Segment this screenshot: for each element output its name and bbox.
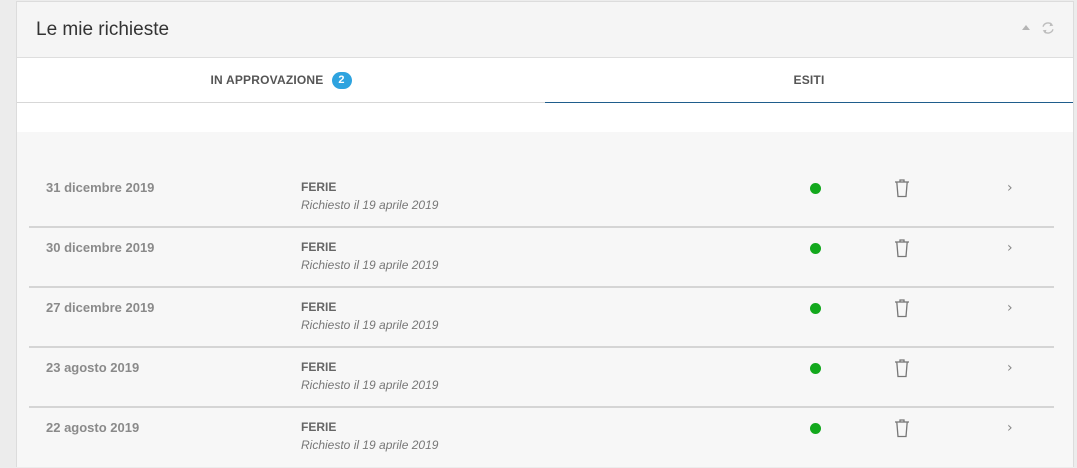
tab-content-spacer xyxy=(17,103,1073,132)
request-type: FERIE xyxy=(301,360,337,374)
request-date: 23 agosto 2019 xyxy=(46,360,140,375)
trash-icon[interactable] xyxy=(894,238,910,258)
refresh-icon[interactable] xyxy=(1041,21,1055,35)
request-row[interactable]: 27 dicembre 2019 FERIE Richiesto il 19 a… xyxy=(29,288,1054,348)
request-type: FERIE xyxy=(301,420,337,434)
request-date: 31 dicembre 2019 xyxy=(46,180,155,195)
request-submitted: Richiesto il 19 aprile 2019 xyxy=(301,438,439,452)
request-date: 22 agosto 2019 xyxy=(46,420,140,435)
chevron-right-icon[interactable]: › xyxy=(1007,300,1013,316)
request-type: FERIE xyxy=(301,300,337,314)
status-approved-icon xyxy=(810,303,821,314)
panel-header: Le mie richieste xyxy=(17,2,1073,58)
status-approved-icon xyxy=(810,183,821,194)
chevron-right-icon[interactable]: › xyxy=(1007,360,1013,376)
tab-in-approvazione-label: IN APPROVAZIONE xyxy=(210,73,324,87)
request-type: FERIE xyxy=(301,240,337,254)
request-row[interactable]: 23 agosto 2019 FERIE Richiesto il 19 apr… xyxy=(29,348,1054,408)
request-submitted: Richiesto il 19 aprile 2019 xyxy=(301,318,439,332)
requests-panel: Le mie richieste IN APPROVAZIONE 2 ESITI xyxy=(16,1,1074,467)
panel-title: Le mie richieste xyxy=(36,18,170,40)
tab-bar: IN APPROVAZIONE 2 ESITI xyxy=(17,58,1073,104)
requests-list: 31 dicembre 2019 FERIE Richiesto il 19 a… xyxy=(17,168,1073,468)
trash-icon[interactable] xyxy=(894,418,910,438)
chevron-right-icon[interactable]: › xyxy=(1007,240,1013,256)
triangle-up-icon[interactable] xyxy=(1021,23,1031,33)
request-row[interactable]: 30 dicembre 2019 FERIE Richiesto il 19 a… xyxy=(29,228,1054,288)
status-approved-icon xyxy=(810,423,821,434)
pending-count-badge: 2 xyxy=(331,71,352,89)
request-date: 27 dicembre 2019 xyxy=(46,300,155,315)
chevron-right-icon[interactable]: › xyxy=(1007,180,1013,196)
requests-list-container: 31 dicembre 2019 FERIE Richiesto il 19 a… xyxy=(17,132,1073,467)
status-approved-icon xyxy=(810,243,821,254)
tab-in-approvazione[interactable]: IN APPROVAZIONE 2 xyxy=(17,58,545,102)
request-submitted: Richiesto il 19 aprile 2019 xyxy=(301,198,439,212)
trash-icon[interactable] xyxy=(894,298,910,318)
trash-icon[interactable] xyxy=(894,178,910,198)
header-tools xyxy=(1021,21,1055,35)
tab-esiti[interactable]: ESITI xyxy=(545,58,1073,104)
request-row[interactable]: 22 agosto 2019 FERIE Richiesto il 19 apr… xyxy=(29,408,1054,468)
request-date: 30 dicembre 2019 xyxy=(46,240,155,255)
request-type: FERIE xyxy=(301,180,337,194)
chevron-right-icon[interactable]: › xyxy=(1007,420,1013,436)
status-approved-icon xyxy=(810,363,821,374)
request-row[interactable]: 31 dicembre 2019 FERIE Richiesto il 19 a… xyxy=(29,168,1054,228)
trash-icon[interactable] xyxy=(894,358,910,378)
request-submitted: Richiesto il 19 aprile 2019 xyxy=(301,258,439,272)
request-submitted: Richiesto il 19 aprile 2019 xyxy=(301,378,439,392)
tab-esiti-label: ESITI xyxy=(793,73,825,87)
